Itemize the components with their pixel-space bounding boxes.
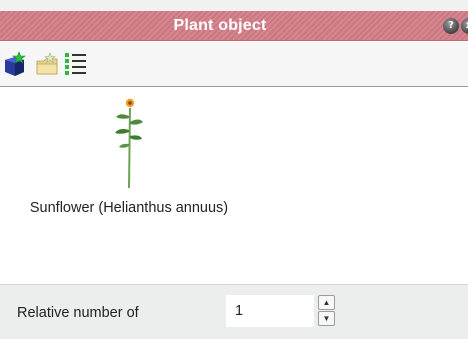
add-object-icon[interactable] [2, 51, 28, 77]
sunflower-icon [115, 98, 143, 189]
top-strip [0, 0, 468, 11]
list-view-icon[interactable] [64, 51, 90, 77]
bottom-bar: Relative number of ▲ ▼ [0, 284, 468, 339]
plant-label: Sunflower (Helianthus annuus) [29, 200, 229, 216]
relative-number-label: Relative number of [17, 305, 139, 321]
stepper-up-button[interactable]: ▲ [318, 295, 335, 310]
plant-item-sunflower[interactable]: Sunflower (Helianthus annuus) [24, 94, 234, 244]
window-title: Plant object [173, 17, 267, 34]
toolbar [0, 42, 468, 87]
folder-star-icon[interactable] [34, 51, 60, 77]
relative-number-input[interactable] [226, 295, 314, 327]
relative-number-stepper: ▲ ▼ [318, 295, 335, 327]
title-bar: Plant object ? x [0, 11, 468, 41]
close-button[interactable]: x [461, 18, 468, 34]
help-button[interactable]: ? [443, 18, 459, 34]
plant-list: Sunflower (Helianthus annuus) [0, 88, 468, 284]
stepper-down-button[interactable]: ▼ [318, 311, 335, 326]
